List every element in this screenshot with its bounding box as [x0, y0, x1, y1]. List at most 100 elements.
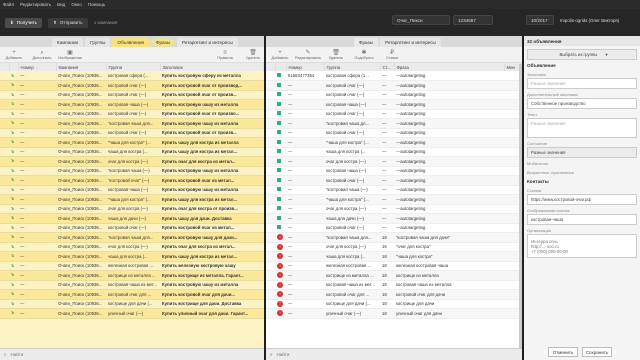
row-checkbox[interactable]: [266, 109, 275, 119]
table-row[interactable]: — костровой очаг (—) — ---autotargeting: [266, 175, 522, 186]
row-checkbox[interactable]: [0, 280, 9, 290]
table-row[interactable]: ъ — Очаги_Поиск (10936... костровая чаша (—…: [0, 99, 264, 110]
col-m-status[interactable]: [275, 63, 287, 71]
table-row[interactable]: ъ — Очаги_Поиск (10936... костровой очаг (—…: [0, 90, 264, 100]
table-row[interactable]: ъ — Очаги_Поиск (10936... чаша для дачи (—)…: [0, 213, 264, 224]
row-checkbox[interactable]: [0, 185, 9, 195]
table-row[interactable]: ъ — Очаги_Поиск (10936... "костровой очаг" …: [0, 175, 264, 186]
row-checkbox[interactable]: [0, 213, 9, 224]
cancel-button[interactable]: Отменить: [548, 347, 578, 357]
delete-phrase-button[interactable]: 🗑 Удалить: [325, 50, 347, 60]
row-checkbox[interactable]: [0, 71, 9, 81]
row-checkbox[interactable]: [266, 156, 275, 167]
title-field[interactable]: Разные значения: [527, 78, 637, 89]
pick-phrase-button[interactable]: ✱ Подобрать: [353, 50, 375, 60]
table-row[interactable]: ъ — Очаги_Поиск (10936... "костровая чаша (…: [0, 166, 264, 176]
row-checkbox[interactable]: [0, 128, 9, 138]
table-row[interactable]: — "костровая чаша (—) — ---autotargeting: [266, 185, 522, 195]
table-row[interactable]: — костровая чаша (—) — ---autotargeting: [266, 166, 522, 176]
row-checkbox[interactable]: [266, 80, 275, 91]
table-row[interactable]: — костровой очаг (—) — ---autotargeting: [266, 90, 522, 100]
row-checkbox[interactable]: [266, 185, 275, 195]
row-checkbox[interactable]: [0, 147, 9, 157]
table-row[interactable]: ъ — Очаги_Поиск (10936... очаг для костра (…: [0, 156, 264, 167]
menu-view[interactable]: Вид: [57, 2, 65, 7]
row-checkbox[interactable]: [0, 175, 9, 186]
row-checkbox[interactable]: [0, 289, 9, 300]
row-checkbox[interactable]: [266, 251, 275, 262]
tab-retargeting[interactable]: Ретаргетинг и интересы: [176, 38, 238, 47]
account-select[interactable]: Очаг_Пикси: [392, 15, 450, 25]
row-checkbox[interactable]: [266, 137, 275, 148]
table-row[interactable]: ъ — Очаги_Поиск (10936... костровой очаг (—…: [0, 109, 264, 119]
table-row[interactable]: ! — очаг для костра (—) 16 "очаг для костра": [266, 242, 522, 252]
org-field[interactable]: Интерра огнь http://...-ооо.ru +7 (000) …: [527, 234, 637, 258]
row-checkbox[interactable]: [266, 90, 275, 100]
table-row[interactable]: ъ — Очаги_Поиск (10936... костровой очаг дл…: [0, 289, 264, 300]
table-row[interactable]: ъ — Очаги_Поиск (10936... "чаша для костра"…: [0, 137, 264, 148]
menu-file[interactable]: Файл: [3, 2, 14, 7]
table-row[interactable]: — чаша для дачи (—) — ---autotargeting: [266, 213, 522, 224]
row-checkbox[interactable]: [266, 280, 275, 290]
menu-edit[interactable]: Редактировать: [20, 2, 51, 7]
row-checkbox[interactable]: [0, 299, 9, 309]
row-checkbox[interactable]: [266, 308, 275, 319]
table-row[interactable]: — чаша для костра (... — ---autotargeting: [266, 147, 522, 157]
row-checkbox[interactable]: [0, 308, 9, 319]
row-checkbox[interactable]: [266, 223, 275, 233]
rules-button[interactable]: ≡ Правила: [214, 50, 236, 60]
row-checkbox[interactable]: [0, 109, 9, 119]
row-checkbox[interactable]: [0, 232, 9, 243]
row-checkbox[interactable]: [266, 99, 275, 110]
table-row[interactable]: — костровой очаг (—) — ---autotargeting: [266, 128, 522, 138]
table-row[interactable]: — костровая чаша (—) — ---autotargeting: [266, 99, 522, 110]
table-row[interactable]: — очаг для костра (—) — ---autotargeting: [266, 204, 522, 214]
table-row[interactable]: — очаг для костра (—) — ---autotargeting: [266, 156, 522, 167]
link-field[interactable]: https://www.костровой-очаг.рф: [527, 194, 637, 205]
table-row[interactable]: ъ — Очаги_Поиск (10936... костровой очаг (—…: [0, 223, 264, 233]
table-row[interactable]: ! — железная костровая ... 18 железная костр…: [266, 261, 522, 271]
row-checkbox[interactable]: [266, 232, 275, 243]
mid-scrollbar[interactable]: [519, 64, 522, 354]
tab-mid-phrases[interactable]: Фразы: [354, 38, 378, 47]
row-checkbox[interactable]: [0, 156, 9, 167]
row-checkbox[interactable]: [0, 270, 9, 281]
col-group[interactable]: Группа: [106, 63, 161, 71]
display-link-field[interactable]: костровая-чаша: [527, 214, 637, 225]
col-campaign[interactable]: Кампания: [56, 63, 107, 71]
col-title[interactable]: Заголовок: [160, 63, 264, 71]
table-row[interactable]: ъ — Очаги_Поиск (10936... костровая чаша из…: [0, 280, 264, 290]
table-row[interactable]: ! — костровая чаша из мет... 18 костровая ча…: [266, 280, 522, 290]
row-checkbox[interactable]: [266, 175, 275, 186]
table-row[interactable]: ! — уличный очаг (—) 18 уличный очаг для дач…: [266, 308, 522, 319]
row-checkbox[interactable]: [266, 147, 275, 157]
text-field[interactable]: Разные значения: [527, 118, 637, 138]
row-checkbox[interactable]: [0, 118, 9, 129]
menu-help[interactable]: Помощь: [88, 2, 105, 7]
row-checkbox[interactable]: [266, 71, 275, 81]
find-input[interactable]: Найти: [277, 352, 290, 357]
bids-button[interactable]: ₽ Ставки: [381, 50, 403, 60]
row-checkbox[interactable]: [266, 299, 275, 309]
table-row[interactable]: ъ — Очаги_Поиск (10936... костровой очаг (—…: [0, 80, 264, 91]
table-row[interactable]: ъ — Очаги_Поиск (10936... костровая сфера (…: [0, 71, 264, 81]
row-checkbox[interactable]: [0, 80, 9, 91]
row-checkbox[interactable]: [266, 128, 275, 138]
images-button[interactable]: ▣ Изображения: [58, 50, 82, 60]
account-id[interactable]: 1234567: [453, 15, 493, 25]
row-checkbox[interactable]: [266, 213, 275, 224]
table-row[interactable]: ъ — Очаги_Поиск (10936... "костровая чаша д…: [0, 232, 264, 243]
get-button[interactable]: ⬇ Получить: [5, 17, 43, 28]
tab-mid-retargeting[interactable]: Ретаргетинг и интересы: [379, 38, 441, 47]
table-row[interactable]: — "костровая чаша дл... — ---autotargeting: [266, 118, 522, 129]
extend-button[interactable]: ⌕ Дополнить: [31, 50, 53, 60]
tab-groups[interactable]: Группы: [85, 38, 111, 47]
add-phrase-button[interactable]: + Добавить: [269, 50, 291, 60]
table-row[interactable]: ъ — Очаги_Поиск (10936... железная кострова…: [0, 261, 264, 271]
row-checkbox[interactable]: [266, 242, 275, 252]
table-row[interactable]: — костровой очаг (—) — ---autotargeting: [266, 109, 522, 119]
col-m-check[interactable]: [266, 63, 276, 71]
table-row[interactable]: ! — кострище для дачи (... 18 кострище для д…: [266, 299, 522, 309]
table-row[interactable]: ъ — Очаги_Поиск (10936... кострище из метал…: [0, 270, 264, 281]
col-m-number[interactable]: Номер: [286, 63, 325, 71]
